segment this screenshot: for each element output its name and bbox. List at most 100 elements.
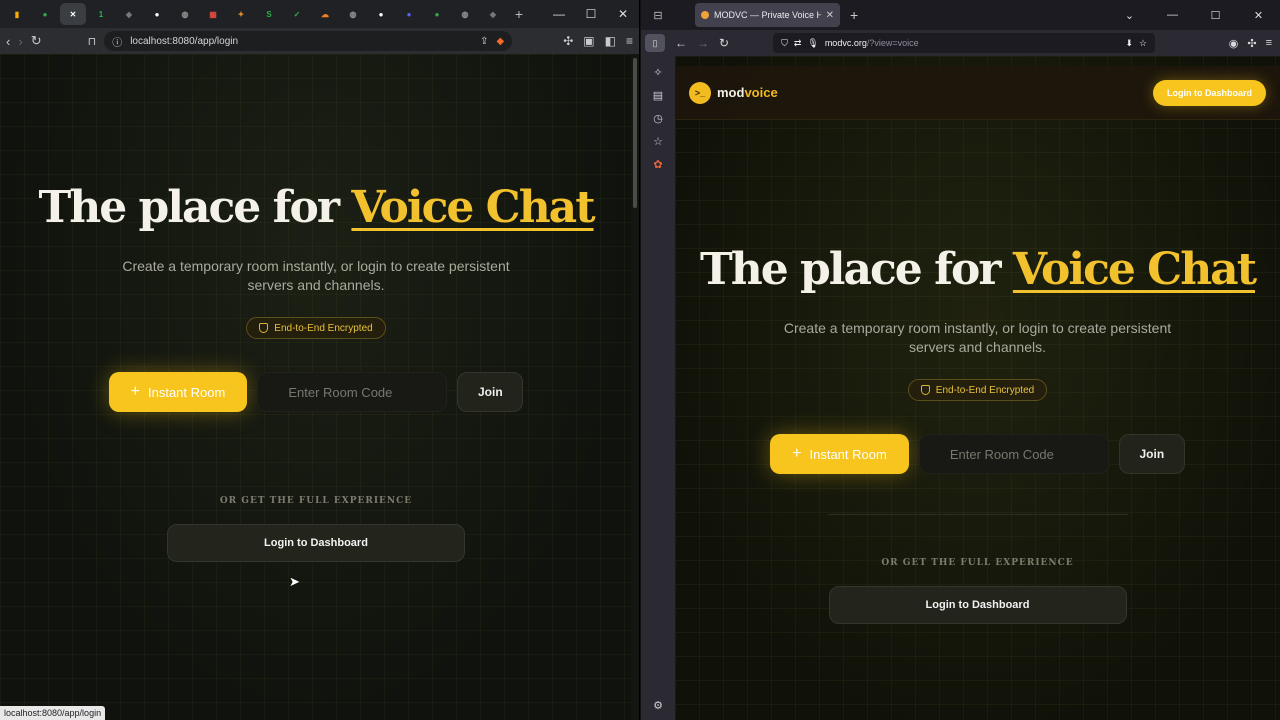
site-info-icon[interactable]: ⓘ	[112, 34, 122, 49]
site-favicon	[701, 11, 709, 19]
synced-tabs-icon[interactable]: ▤	[653, 89, 663, 102]
browser-tab[interactable]: ●	[396, 3, 422, 25]
shield-icon	[920, 385, 930, 395]
menu-icon[interactable]: ≡	[1266, 37, 1272, 50]
reload-icon[interactable]: ↻	[31, 33, 42, 49]
maximize-icon[interactable]: ☐	[1194, 9, 1237, 22]
room-code-input[interactable]	[257, 372, 448, 412]
room-code-input[interactable]	[918, 434, 1109, 474]
permissions-icon[interactable]: ⇄	[794, 38, 802, 49]
browser-tab[interactable]: ●	[144, 3, 170, 25]
site-logo[interactable]: >_ modvoice	[689, 81, 778, 104]
new-tab-button[interactable]: +	[850, 7, 858, 23]
mouse-cursor: ➤	[289, 574, 300, 589]
encryption-badge: End-to-End Encrypted	[907, 379, 1048, 401]
browser-tab[interactable]: ▦	[200, 3, 226, 25]
brave-shield-icon[interactable]: ◆	[496, 36, 504, 47]
close-tab-icon[interactable]: ✕	[826, 10, 834, 21]
close-icon[interactable]: ✕	[607, 7, 639, 21]
sidebar-toggle-icon[interactable]: ▯	[645, 34, 665, 52]
window-controls: — ☐ ✕	[543, 7, 639, 21]
tab-title: MODVC — Private Voice Hub &	[714, 10, 821, 20]
login-dashboard-button[interactable]: Login to Dashboard	[167, 524, 465, 562]
analytics-icon: ▮	[14, 9, 20, 19]
instant-room-button[interactable]: + Instant Room	[770, 434, 909, 474]
browser-tab[interactable]: ☁	[312, 3, 338, 25]
browser-tab[interactable]: ✕	[60, 3, 86, 25]
headline-start: The place for	[38, 182, 352, 233]
discord-icon: ●	[406, 9, 412, 19]
save-to-pocket-icon[interactable]: ⬇	[1125, 38, 1133, 49]
join-button[interactable]: Join	[457, 372, 524, 412]
menu-icon[interactable]: ≡	[626, 34, 633, 48]
join-button[interactable]: Join	[1118, 434, 1185, 474]
shield-icon: ◆	[125, 9, 133, 19]
instant-room-label: Instant Room	[148, 384, 226, 400]
share-icon[interactable]: ⇪	[480, 36, 488, 47]
left-toolbar: ‹ › ↻ ⊓ ⓘ localhost:8080/app/login ⇪ ◆ ✣…	[0, 28, 639, 54]
tab-overview-icon[interactable]: ⊟	[647, 9, 669, 22]
hero-headline: The place for Voice Chat	[675, 244, 1280, 295]
browser-tab[interactable]: S	[256, 3, 282, 25]
scrollbar-thumb[interactable]	[633, 58, 637, 208]
browser-tab[interactable]: ◆	[116, 3, 142, 25]
screenshot-icon[interactable]: ▣	[583, 34, 594, 48]
chevron-down-icon[interactable]: ⌄	[1108, 9, 1151, 22]
sidebar-icon[interactable]: ◧	[605, 34, 616, 48]
login-dashboard-button[interactable]: Login to Dashboard	[828, 586, 1127, 624]
extensions-icon[interactable]: ✣	[563, 34, 573, 48]
toolbar-actions: ✣ ▣ ◧ ≡	[563, 34, 633, 48]
browser-tab[interactable]: ●	[32, 3, 58, 25]
section-divider	[828, 514, 1128, 515]
close-icon: ✕	[69, 9, 77, 19]
extension-icon[interactable]: ✿	[653, 158, 662, 171]
browser-tab[interactable]: ●	[424, 3, 450, 25]
github-icon: ●	[378, 9, 384, 19]
left-scrollbar[interactable]	[631, 54, 639, 720]
butterfly-icon: ✦	[237, 9, 245, 19]
window-controls: ⌄ — ☐ ✕	[1108, 9, 1280, 22]
browser-tab[interactable]: ◍	[172, 3, 198, 25]
extensions-icon[interactable]: ✣	[1247, 37, 1256, 50]
gear-icon[interactable]: ⚙	[653, 699, 663, 712]
history-icon[interactable]: ◷	[653, 112, 663, 125]
close-icon[interactable]: ✕	[1237, 9, 1280, 22]
browser-tab[interactable]: ▮	[4, 3, 30, 25]
browser-tab[interactable]: ◍	[340, 3, 366, 25]
maximize-icon[interactable]: ☐	[575, 7, 607, 21]
bookmark-star-icon[interactable]: ☆	[1139, 38, 1147, 49]
address-bar[interactable]: ⓘ localhost:8080/app/login ⇪ ◆	[104, 31, 513, 51]
forward-icon[interactable]: →	[697, 36, 709, 50]
microphone-icon[interactable]: 🎙	[807, 38, 818, 49]
plus-icon: +	[130, 383, 140, 400]
browser-tab[interactable]: ✓	[284, 3, 310, 25]
active-tab[interactable]: MODVC — Private Voice Hub & ✕	[695, 3, 840, 27]
bookmark-icon[interactable]: ⊓	[88, 35, 97, 48]
ai-sparkle-icon[interactable]: ✧	[653, 66, 662, 79]
bookmarks-icon[interactable]: ☆	[653, 135, 663, 148]
headline-highlight: Voice Chat	[351, 182, 595, 233]
forward-icon[interactable]: ›	[18, 34, 22, 49]
instant-room-button[interactable]: + Instant Room	[108, 372, 248, 412]
right-sidebar: ✧ ▤ ◷ ☆ ✿ ⚙	[641, 56, 675, 720]
shield-icon	[259, 323, 269, 333]
globe-icon: ◍	[349, 9, 357, 19]
reload-icon[interactable]: ↻	[719, 36, 729, 50]
chrome-icon: ●	[434, 9, 440, 19]
minimize-icon[interactable]: —	[1151, 9, 1194, 22]
globe-icon: ◍	[181, 9, 189, 19]
browser-tab[interactable]: ◍	[452, 3, 478, 25]
address-bar[interactable]: ⛉ ⇄ 🎙 modvc.org/?view=voice ⬇ ☆	[773, 33, 1156, 53]
or-divider: OR GET THE FULL EXPERIENCE	[0, 490, 632, 508]
back-icon[interactable]: ‹	[6, 34, 10, 49]
back-icon[interactable]: ←	[675, 36, 687, 50]
new-tab-button[interactable]: +	[508, 6, 530, 22]
browser-tab[interactable]: ✦	[228, 3, 254, 25]
browser-tab[interactable]: ◆	[480, 3, 506, 25]
account-icon[interactable]: ◉	[1229, 37, 1239, 50]
minimize-icon[interactable]: —	[543, 7, 575, 21]
browser-tab[interactable]: ●	[368, 3, 394, 25]
tracking-protection-icon[interactable]: ⛉	[781, 38, 788, 49]
browser-tab[interactable]: 1	[88, 3, 114, 25]
nav-login-button[interactable]: Login to Dashboard	[1153, 79, 1266, 106]
